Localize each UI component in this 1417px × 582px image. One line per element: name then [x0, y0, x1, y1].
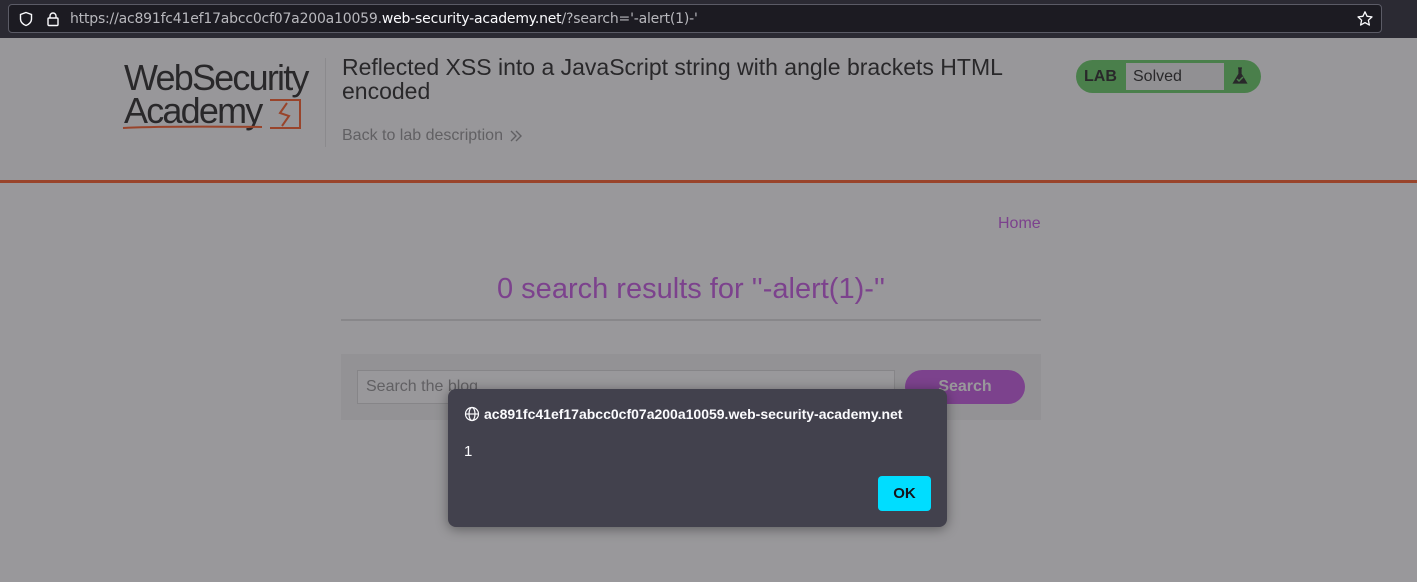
shield-icon[interactable]: [18, 11, 34, 27]
url-prefix: https://ac891fc41ef17abcc0cf07a200a10059…: [70, 11, 382, 27]
alert-dialog: ac891fc41ef17abcc0cf07a200a10059.web-sec…: [448, 389, 947, 527]
globe-icon: [464, 406, 480, 422]
ok-button[interactable]: OK: [878, 476, 931, 511]
url-text[interactable]: https://ac891fc41ef17abcc0cf07a200a10059…: [70, 11, 698, 27]
browser-toolbar: https://ac891fc41ef17abcc0cf07a200a10059…: [0, 0, 1417, 38]
url-suffix: /?search='-alert(1)-': [561, 11, 698, 27]
bookmark-star-icon[interactable]: [1356, 10, 1374, 28]
url-bar[interactable]: https://ac891fc41ef17abcc0cf07a200a10059…: [8, 4, 1382, 33]
lock-icon[interactable]: [45, 11, 61, 27]
dialog-origin: ac891fc41ef17abcc0cf07a200a10059.web-sec…: [484, 406, 903, 422]
dialog-message: 1: [464, 443, 473, 460]
url-host: web-security-academy.net: [381, 11, 562, 27]
